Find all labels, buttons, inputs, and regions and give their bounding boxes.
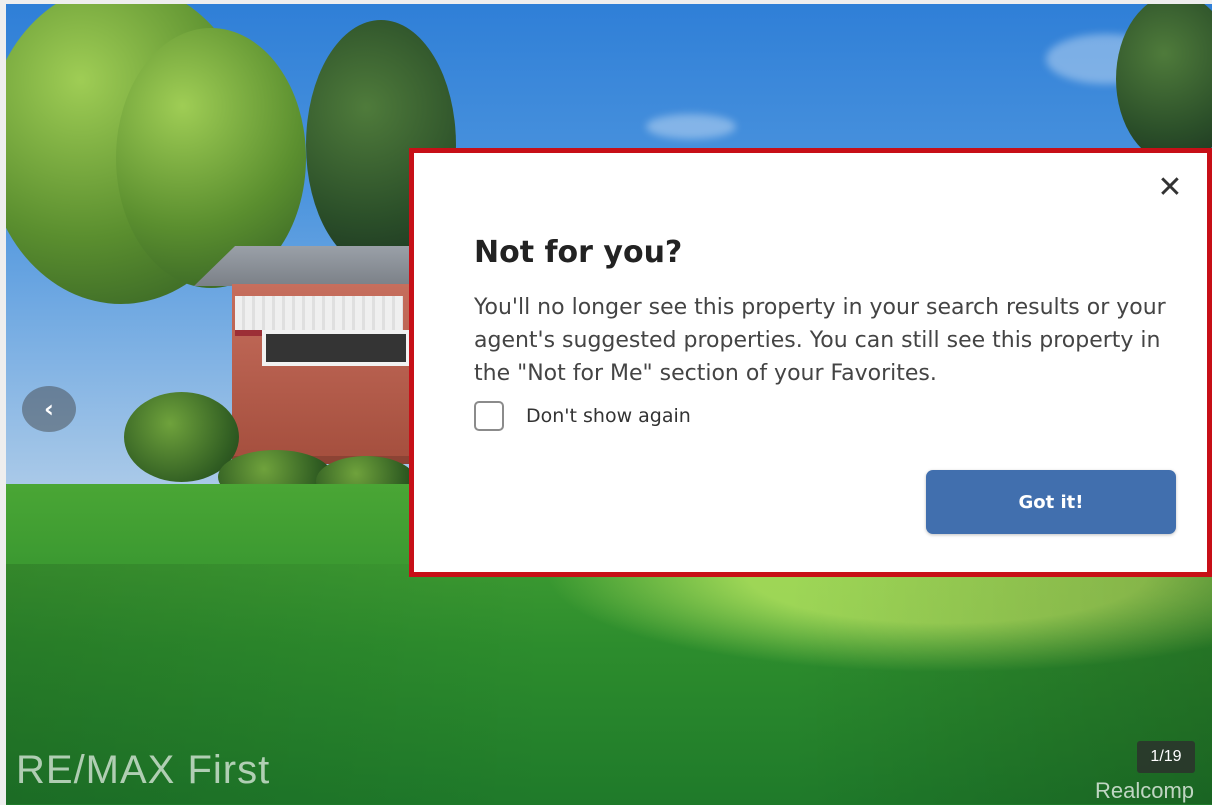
close-icon: ✕ [1157, 170, 1183, 205]
dont-show-again-row: Don't show again [474, 401, 691, 431]
brokerage-watermark: RE/MAX First [16, 748, 271, 792]
house-window [262, 330, 410, 366]
dialog-message: You'll no longer see this property in yo… [474, 295, 1166, 386]
previous-photo-button[interactable]: ‹ [22, 386, 76, 432]
chevron-left-icon: ‹ [44, 395, 54, 423]
cloud [646, 114, 736, 139]
dialog-title: Not for you? [474, 235, 683, 270]
close-button[interactable]: ✕ [1141, 173, 1199, 231]
dont-show-again-label: Don't show again [526, 405, 691, 427]
got-it-button[interactable]: Got it! [926, 470, 1176, 534]
photo-credit: Realcomp [1095, 778, 1195, 803]
not-for-you-dialog: ✕ Not for you? You'll no longer see this… [409, 148, 1212, 577]
dont-show-again-checkbox[interactable] [474, 401, 504, 431]
photo-counter: 1/19 [1137, 741, 1195, 773]
